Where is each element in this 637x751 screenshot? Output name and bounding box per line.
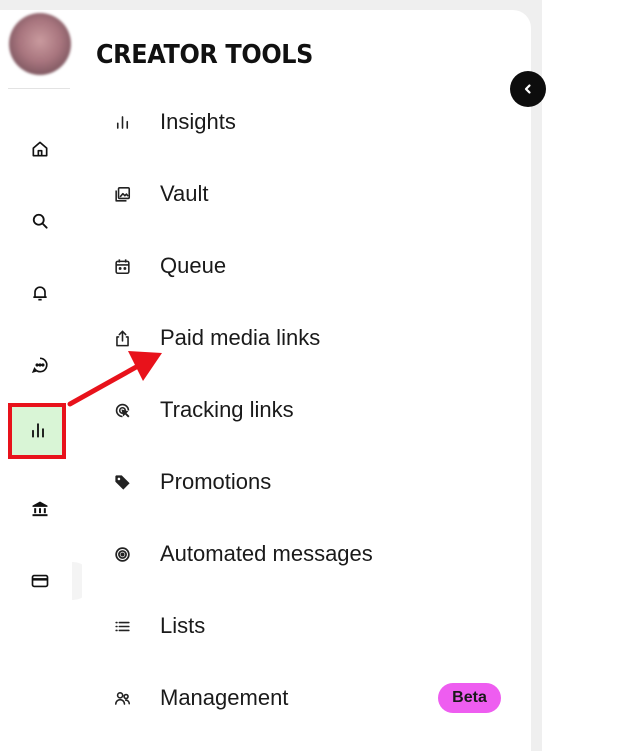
calendar-icon <box>100 254 144 278</box>
collapse-sidebar-button[interactable] <box>510 71 546 107</box>
chevron-left-icon <box>524 84 531 94</box>
rail-divider <box>8 88 70 89</box>
rail-home-button[interactable] <box>12 122 68 176</box>
automation-icon <box>100 542 144 566</box>
chat-icon <box>31 357 48 373</box>
menu-item-label: Lists <box>160 613 206 638</box>
gallery-icon <box>100 182 144 206</box>
menu-item-vault[interactable]: Vault <box>100 170 520 218</box>
people-icon <box>100 686 144 710</box>
bank-icon <box>32 501 48 517</box>
menu-item-insights[interactable]: Insights <box>100 98 520 146</box>
menu-item-label: Insights <box>160 109 236 134</box>
menu-item-tracking-links[interactable]: Tracking links <box>100 386 520 434</box>
menu-item-label: Promotions <box>160 469 272 494</box>
rail-notifications-button[interactable] <box>12 266 68 320</box>
menu-item-label: Automated messages <box>160 541 373 566</box>
menu-title: CREATOR TOOLS <box>96 40 314 70</box>
menu-item-label: Tracking links <box>160 397 294 422</box>
menu-item-lists[interactable]: Lists <box>100 602 520 650</box>
share-icon <box>100 326 144 350</box>
search-icon <box>32 213 48 229</box>
avatar[interactable] <box>9 13 71 75</box>
menu-item-label: Queue <box>160 253 227 278</box>
home-icon <box>32 141 48 157</box>
menu-item-queue[interactable]: Queue <box>100 242 520 290</box>
annotation-highlight-box <box>8 403 66 459</box>
list-icon <box>100 614 144 638</box>
menu-item-promotions[interactable]: Promotions <box>100 458 520 506</box>
tracking-icon <box>100 398 144 422</box>
beta-badge: Beta <box>438 683 501 713</box>
rail-card-button[interactable] <box>12 554 68 608</box>
bar-chart-icon <box>100 110 144 134</box>
bell-icon <box>33 286 47 301</box>
card-icon <box>31 574 49 588</box>
menu-item-paid-media-links[interactable]: Paid media links <box>100 314 520 362</box>
rail-messages-button[interactable] <box>12 338 68 392</box>
menu-item-label: Paid media links <box>160 325 321 350</box>
tag-icon <box>100 470 144 494</box>
rail-search-button[interactable] <box>12 194 68 248</box>
rail-bank-button[interactable] <box>12 482 68 536</box>
menu-item-label: Management <box>160 685 289 710</box>
menu-item-automated-messages[interactable]: Automated messages <box>100 530 520 578</box>
menu-item-label: Vault <box>160 181 209 206</box>
